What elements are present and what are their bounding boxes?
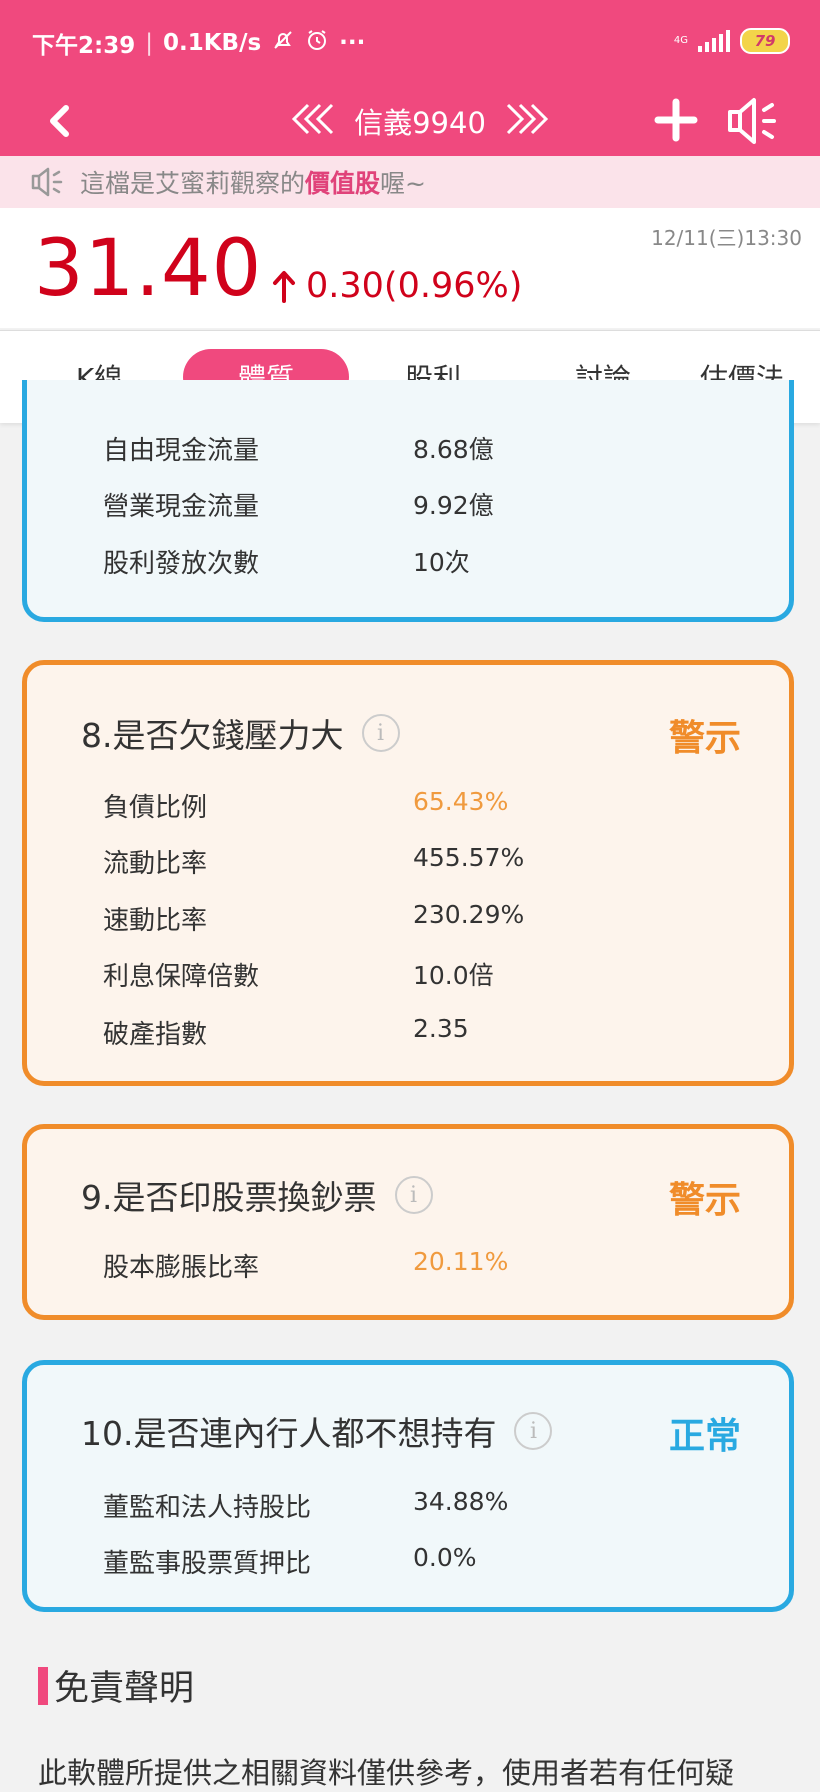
next-stock-button[interactable] — [504, 102, 550, 140]
metric-label: 利息保障倍數 — [103, 962, 260, 992]
price-change: 0.30(0.96%) — [272, 266, 522, 306]
prev-stock-button[interactable] — [290, 102, 336, 140]
notice-banner: 這檔是艾蜜莉觀察的價值股喔~ — [0, 156, 820, 208]
net-speed: 0.1KB/s — [162, 30, 262, 56]
mute-bell-icon — [271, 28, 295, 58]
network-type: 4G — [673, 35, 688, 46]
notice-highlight: 價值股 — [305, 169, 381, 198]
metric-label: 董監事股票質押比 — [103, 1549, 312, 1579]
card-title: 10.是否連內行人都不想持有 i — [81, 1407, 553, 1455]
card-title-text: 9.是否印股票換鈔票 — [81, 1178, 377, 1217]
add-watchlist-button[interactable] — [652, 96, 700, 144]
clock: 下午2:39 — [32, 33, 136, 59]
notice-text: 這檔是艾蜜莉觀察的價值股喔~ — [80, 164, 426, 200]
back-button[interactable] — [40, 96, 80, 146]
metric-row: 流動比率 455.57% — [103, 843, 703, 883]
metric-label: 速動比率 — [103, 906, 208, 936]
disclaimer-text: 此軟體所提供之相關資料僅供參考，使用者若有任何疑 — [38, 1756, 735, 1790]
metric-value: 230.29% — [413, 900, 525, 929]
plus-icon — [654, 98, 698, 142]
disclaimer-heading: 免責聲明 — [38, 1660, 194, 1711]
card-title: 9.是否印股票換鈔票 i — [81, 1171, 433, 1219]
metric-value: 65.43% — [413, 787, 509, 816]
speaker-icon — [31, 167, 63, 197]
card-title: 8.是否欠錢壓力大 i — [81, 709, 400, 757]
info-icon[interactable]: i — [361, 714, 400, 752]
metric-value: 8.68億 — [413, 435, 494, 464]
card-share-dilution: 9.是否印股票換鈔票 i 警示 股本膨脹比率 20.11% — [22, 1124, 794, 1320]
status-bar: 下午2:39 | 0.1KB/s ··· 4G 79 — [0, 0, 820, 86]
stock-title: 信義9940 — [354, 106, 486, 140]
quote-panel: 31.40 0.30(0.96%) 12/11(三)13:30 — [0, 208, 820, 328]
stock-switcher: 信義9940 — [270, 94, 570, 148]
metric-value: 10次 — [413, 548, 470, 577]
status-badge: 警示 — [668, 718, 741, 759]
metric-row: 股利發放次數 10次 — [103, 543, 703, 583]
info-icon[interactable]: i — [514, 1412, 553, 1450]
metric-label: 股利發放次數 — [103, 549, 260, 579]
status-right: 4G 79 — [674, 28, 790, 54]
card-debt-pressure: 8.是否欠錢壓力大 i 警示 負債比例 65.43% 流動比率 455.57% … — [22, 660, 794, 1086]
double-chevron-left-icon — [291, 103, 334, 135]
metric-label: 董監和法人持股比 — [103, 1493, 312, 1523]
metric-label: 流動比率 — [103, 849, 208, 879]
nav-bar: 信義9940 — [0, 86, 820, 156]
metric-value: 20.11% — [413, 1247, 509, 1276]
metric-value: 10.0倍 — [413, 961, 494, 990]
stock-price: 31.40 — [34, 224, 263, 314]
alarm-icon — [305, 28, 329, 58]
metric-row: 董監事股票質押比 0.0% — [103, 1543, 703, 1583]
metric-label: 營業現金流量 — [103, 492, 260, 522]
metric-label: 破產指數 — [103, 1020, 208, 1050]
info-icon[interactable]: i — [394, 1176, 433, 1214]
more-notifications-icon: ··· — [339, 30, 366, 56]
speaker-button[interactable] — [724, 94, 784, 148]
metric-value: 9.92億 — [413, 491, 494, 520]
heading-accent-bar — [38, 1666, 48, 1705]
metric-value: 455.57% — [413, 843, 525, 872]
status-badge: 警示 — [668, 1180, 741, 1221]
card-title-text: 10.是否連內行人都不想持有 — [81, 1414, 497, 1453]
metric-value: 0.0% — [413, 1543, 477, 1572]
arrow-up-icon — [273, 271, 295, 303]
metric-row: 股本膨脹比率 20.11% — [103, 1247, 703, 1287]
chevron-left-icon — [50, 105, 69, 137]
notice-prefix: 這檔是艾蜜莉觀察的 — [80, 169, 306, 198]
battery-icon: 79 — [740, 28, 790, 54]
card-title-text: 8.是否欠錢壓力大 — [81, 716, 344, 755]
metric-value: 2.35 — [413, 1014, 469, 1043]
metric-row: 利息保障倍數 10.0倍 — [103, 956, 703, 996]
metric-row: 負債比例 65.43% — [103, 787, 703, 827]
metric-value: 34.88% — [413, 1487, 509, 1516]
double-chevron-right-icon — [506, 103, 549, 135]
metric-label: 負債比例 — [103, 793, 208, 823]
quote-timestamp: 12/11(三)13:30 — [651, 226, 802, 250]
metric-row: 自由現金流量 8.68億 — [103, 430, 703, 470]
metric-row: 破產指數 2.35 — [103, 1014, 703, 1054]
metric-row: 速動比率 230.29% — [103, 900, 703, 940]
status-badge: 正常 — [668, 1416, 741, 1457]
notice-suffix: 喔~ — [380, 169, 426, 198]
status-left: 下午2:39 | 0.1KB/s ··· — [32, 26, 365, 60]
card-cashflow: 自由現金流量 8.68億 營業現金流量 9.92億 股利發放次數 10次 — [22, 380, 794, 622]
speaker-icon — [728, 98, 776, 144]
metric-row: 董監和法人持股比 34.88% — [103, 1487, 703, 1527]
metric-label: 股本膨脹比率 — [103, 1253, 260, 1283]
price-change-value: 0.30(0.96%) — [306, 266, 523, 306]
signal-icon — [698, 30, 730, 52]
metric-label: 自由現金流量 — [103, 436, 260, 466]
disclaimer-title: 免責聲明 — [54, 1669, 195, 1709]
card-insider-holding: 10.是否連內行人都不想持有 i 正常 董監和法人持股比 34.88% 董監事股… — [22, 1360, 794, 1612]
metric-row: 營業現金流量 9.92億 — [103, 486, 703, 526]
divider: | — [145, 30, 153, 56]
